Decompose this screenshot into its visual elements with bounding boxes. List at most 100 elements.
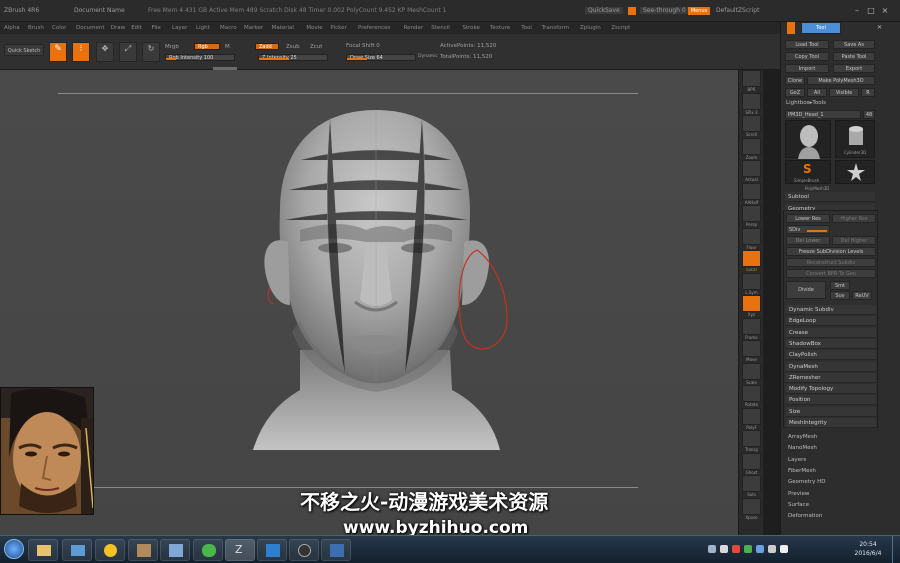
section-surface[interactable]: Surface <box>788 502 809 508</box>
edit-button[interactable]: ✎ <box>49 42 67 62</box>
tray-antivirus-icon[interactable] <box>732 545 740 553</box>
close-button[interactable]: × <box>880 6 890 15</box>
export-button[interactable]: Export <box>833 64 875 73</box>
clone-button[interactable]: Clone <box>785 76 805 85</box>
maximize-button[interactable]: □ <box>866 6 876 15</box>
cylinder-thumbnail[interactable]: Cylinder3D <box>835 120 875 158</box>
quicksave-button[interactable]: QuickSave <box>585 7 623 14</box>
section-geometry-hd[interactable]: Geometry HD <box>788 479 826 485</box>
zcut-toggle[interactable]: Zcut <box>310 44 322 50</box>
convert-bpr-button[interactable]: Convert BPR To Geo <box>786 269 876 278</box>
section-size[interactable]: Size <box>786 406 876 417</box>
menu-item-zplugin[interactable]: Zplugin <box>580 25 601 31</box>
menu-item-file[interactable]: File <box>152 25 161 31</box>
tray-flag-icon[interactable] <box>780 545 788 553</box>
section-edgeloop[interactable]: EdgeLoop <box>786 316 876 327</box>
menu-item-layer[interactable]: Layer <box>172 25 187 31</box>
draw-button[interactable]: ⁝ <box>72 42 90 62</box>
head-thumbnail[interactable] <box>785 120 831 159</box>
strip-button-persp[interactable] <box>742 205 761 222</box>
strip-button-transp[interactable] <box>742 430 761 447</box>
subtool-section[interactable]: Subtool <box>785 192 875 202</box>
lightbox-tools-link[interactable]: Lightbox▸Tools <box>786 100 826 106</box>
strip-button-rotate[interactable] <box>742 385 761 402</box>
menu-item-macro[interactable]: Macro <box>220 25 237 31</box>
menu-item-color[interactable]: Color <box>52 25 66 31</box>
section-claypolish[interactable]: ClayPolish <box>786 350 876 361</box>
section-preview[interactable]: Preview <box>788 491 809 497</box>
menu-item-preferences[interactable]: Preferences <box>358 25 390 31</box>
mrgb-label[interactable]: Mrgb <box>165 44 179 50</box>
taskbar-video-icon[interactable] <box>321 539 351 561</box>
strip-button-floor[interactable] <box>742 227 761 245</box>
reconstruct-subdiv-button[interactable]: Reconstruct Subdiv <box>786 258 876 267</box>
default-zscript[interactable]: DefaultZScript <box>716 7 759 14</box>
show-desktop-button[interactable] <box>892 536 900 563</box>
menu-item-render[interactable]: Render <box>404 25 424 31</box>
reuv-toggle[interactable]: ReUV <box>852 291 872 300</box>
menu-item-picker[interactable]: Picker <box>330 25 346 31</box>
taskbar-clock[interactable]: 20:54 2016/6/4 <box>848 540 888 558</box>
taskbar-zbrush-icon[interactable]: Z <box>225 539 255 561</box>
menu-item-edit[interactable]: Edit <box>131 25 142 31</box>
tray-wechat-icon[interactable] <box>744 545 752 553</box>
rgb-intensity-slider[interactable]: Rgb Intensity 100 <box>165 54 235 61</box>
strip-button-local[interactable] <box>742 250 761 267</box>
rgb-toggle[interactable]: Rgb <box>194 43 220 50</box>
menu-item-alpha[interactable]: Alpha <box>4 25 20 31</box>
menu-item-document[interactable]: Document <box>76 25 105 31</box>
z-intensity-slider[interactable]: Z Intensity 25 <box>258 54 328 61</box>
menus-button[interactable]: Menus <box>688 7 710 15</box>
goz-button[interactable]: GoZ <box>785 88 805 97</box>
tray-arrow-icon[interactable] <box>708 545 716 553</box>
taskbar-explorer-icon[interactable] <box>28 539 58 561</box>
strip-button-bpr[interactable] <box>742 70 761 87</box>
freeze-subdiv-button[interactable]: Freeze SubDivision Levels <box>786 247 876 256</box>
menu-item-stroke[interactable]: Stroke <box>462 25 480 31</box>
section-shadowbox[interactable]: ShadowBox <box>786 338 876 349</box>
section-deformation[interactable]: Deformation <box>788 513 822 519</box>
copy-tool-button[interactable]: Copy Tool <box>785 52 829 61</box>
section-position[interactable]: Position <box>786 395 876 406</box>
strip-button-zoom[interactable] <box>742 137 761 155</box>
menu-item-movie[interactable]: Movie <box>306 25 322 31</box>
section-zremesher[interactable]: ZRemesher <box>786 372 876 383</box>
import-button[interactable]: Import <box>785 64 829 73</box>
draw-size-slider[interactable]: Draw Size 64 <box>346 54 416 61</box>
taskbar-folder-icon[interactable] <box>62 539 92 561</box>
all-button[interactable]: All <box>807 88 827 97</box>
menu-item-brush[interactable]: Brush <box>28 25 44 31</box>
quick-sketch-button[interactable]: Quick Sketch <box>4 44 44 56</box>
menu-item-stencil[interactable]: Stencil <box>431 25 450 31</box>
taskbar-image-icon[interactable] <box>128 539 158 561</box>
section-layers[interactable]: Layers <box>788 457 806 463</box>
visible-button[interactable]: Visible <box>829 88 859 97</box>
zsub-toggle[interactable]: Zsub <box>286 44 300 50</box>
section-dynamesh[interactable]: DynaMesh <box>786 361 876 372</box>
tray-volume-icon[interactable] <box>768 545 776 553</box>
strip-button-scale[interactable] <box>742 362 761 380</box>
scale-button[interactable]: ⤢ <box>119 42 137 62</box>
strip-button-aahalf[interactable] <box>742 182 761 200</box>
section-meshintegrity[interactable]: MeshIntegrity <box>786 418 876 428</box>
move-button[interactable]: ✥ <box>96 42 114 62</box>
divide-button[interactable]: Divide <box>786 281 826 299</box>
section-nanomesh[interactable]: NanoMesh <box>788 445 817 451</box>
simplebrush-thumbnail[interactable]: S SimpleBrush <box>785 160 831 184</box>
taskbar-photoshop-icon[interactable] <box>257 539 287 561</box>
section-fibermesh[interactable]: FiberMesh <box>788 468 816 474</box>
dynamic-toggle[interactable]: Dynamic <box>418 54 438 59</box>
menu-item-light[interactable]: Light <box>196 25 210 31</box>
strip-button-scroll[interactable] <box>742 115 761 132</box>
make-polymesh-button[interactable]: Make PolyMesh3D <box>807 76 875 85</box>
suv-toggle[interactable]: Suv <box>830 291 850 300</box>
document-canvas[interactable] <box>0 70 738 535</box>
minimize-button[interactable]: – <box>852 6 862 15</box>
zsphere-thumbnail[interactable] <box>835 160 875 184</box>
sdiv-slider[interactable]: SDiv <box>786 225 830 234</box>
strip-button-l-sym[interactable] <box>742 272 761 290</box>
taskbar-media-icon[interactable] <box>289 539 319 561</box>
head-sculpt[interactable] <box>0 70 738 535</box>
menu-item-texture[interactable]: Texture <box>490 25 510 31</box>
section-crease[interactable]: Crease <box>786 327 876 338</box>
